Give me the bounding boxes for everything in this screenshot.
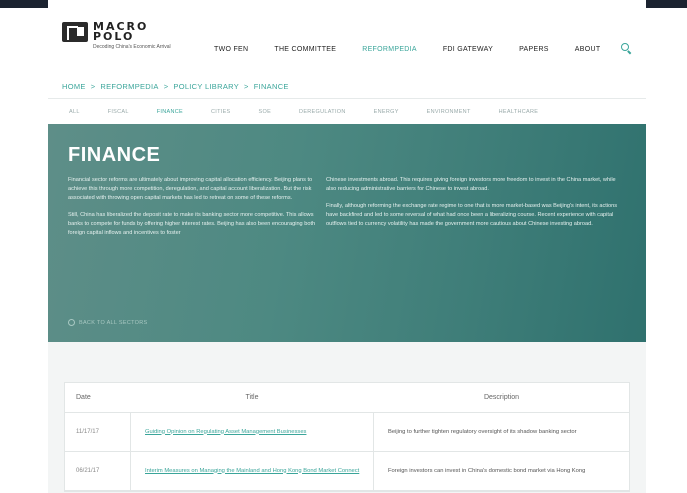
breadcrumb-finance: FINANCE <box>253 82 289 91</box>
tab-deregulation[interactable]: DEREGULATION <box>299 99 346 124</box>
back-to-all-sectors-link[interactable]: BACK TO ALL SECTORS <box>68 319 147 326</box>
nav-item-reformpedia[interactable]: REFORMPEDIA <box>362 46 417 53</box>
nav-item-two-fen[interactable]: TWO FEN <box>214 46 248 53</box>
nav-item-about[interactable]: ABOUT <box>575 46 601 53</box>
hero-text-right: Chinese investments abroad. This require… <box>326 176 626 237</box>
hero-paragraph: Chinese investments abroad. This require… <box>326 177 616 192</box>
nav-item-papers[interactable]: PAPERS <box>519 46 549 53</box>
table-row: 11/17/17 Guiding Opinion on Regulating A… <box>65 413 629 452</box>
breadcrumb-policy-library[interactable]: POLICY LIBRARY <box>173 82 239 91</box>
column-header-date[interactable]: Date <box>65 394 130 401</box>
row-description: Beijing to further tighten regulatory ov… <box>388 428 577 435</box>
page-title: FINANCE <box>68 144 161 166</box>
nav-item-the-committee[interactable]: THE COMMITTEE <box>274 46 336 53</box>
tab-cities[interactable]: CITIES <box>211 99 231 124</box>
policy-table-section: Date Title Description 11/17/17 Guiding … <box>48 342 646 493</box>
table-row: 06/21/17 Interim Measures on Managing th… <box>65 452 629 491</box>
breadcrumb-separator: > <box>90 82 96 91</box>
tab-all[interactable]: ALL <box>69 99 80 124</box>
logo-mark-icon <box>62 22 88 42</box>
hero-paragraph: Finally, although reforming the exchange… <box>326 202 618 227</box>
hero-text-left: Financial sector reforms are ultimately … <box>68 176 328 245</box>
sector-tabs: ALL FISCAL FINANCE CITIES SOE DEREGULATI… <box>48 98 646 124</box>
tab-fiscal[interactable]: FISCAL <box>108 99 129 124</box>
column-header-description[interactable]: Description <box>374 394 629 401</box>
tab-finance[interactable]: FINANCE <box>157 99 183 124</box>
logo-tagline: Decoding China's Economic Arrival <box>93 44 171 50</box>
tab-energy[interactable]: ENERGY <box>374 99 399 124</box>
main-nav: TWO FEN THE COMMITTEE REFORMPEDIA FDI GA… <box>214 46 626 53</box>
back-arrow-icon <box>68 319 75 326</box>
row-description: Foreign investors can invest in China's … <box>388 467 586 474</box>
tab-environment[interactable]: ENVIRONMENT <box>427 99 471 124</box>
back-link-label: BACK TO ALL SECTORS <box>79 319 148 326</box>
column-header-title[interactable]: Title <box>130 394 374 401</box>
site-logo[interactable]: MACRO POLO Decoding China's Economic Arr… <box>62 21 171 50</box>
site-header: MACRO POLO Decoding China's Economic Arr… <box>48 8 646 70</box>
nav-item-fdi-gateway[interactable]: FDI GATEWAY <box>443 46 493 53</box>
logo-line-2: POLO <box>93 30 135 43</box>
logo-text: MACRO POLO Decoding China's Economic Arr… <box>93 21 171 50</box>
tab-soe[interactable]: SOE <box>259 99 272 124</box>
sector-hero: FINANCE Financial sector reforms are ult… <box>48 124 646 342</box>
page-frame: MACRO POLO Decoding China's Economic Arr… <box>48 0 646 493</box>
breadcrumb-separator: > <box>163 82 169 91</box>
breadcrumb-home[interactable]: HOME <box>62 82 86 91</box>
breadcrumb: HOME > REFORMPEDIA > POLICY LIBRARY > FI… <box>62 82 289 91</box>
row-date: 11/17/17 <box>76 429 99 435</box>
row-date: 06/21/17 <box>76 468 100 474</box>
policy-table: Date Title Description 11/17/17 Guiding … <box>64 382 630 492</box>
search-icon[interactable] <box>620 42 632 54</box>
row-title-link[interactable]: Interim Measures on Managing the Mainlan… <box>130 452 374 490</box>
hero-paragraph: Still, China has liberalized the deposit… <box>68 211 316 236</box>
row-title-link[interactable]: Guiding Opinion on Regulating Asset Mana… <box>130 413 374 451</box>
breadcrumb-separator: > <box>244 82 249 91</box>
breadcrumb-reformpedia[interactable]: REFORMPEDIA <box>100 82 158 91</box>
tab-healthcare[interactable]: HEALTHCARE <box>499 99 539 124</box>
table-header: Date Title Description <box>65 383 629 413</box>
hero-paragraph: Financial sector reforms are ultimately … <box>68 177 313 201</box>
